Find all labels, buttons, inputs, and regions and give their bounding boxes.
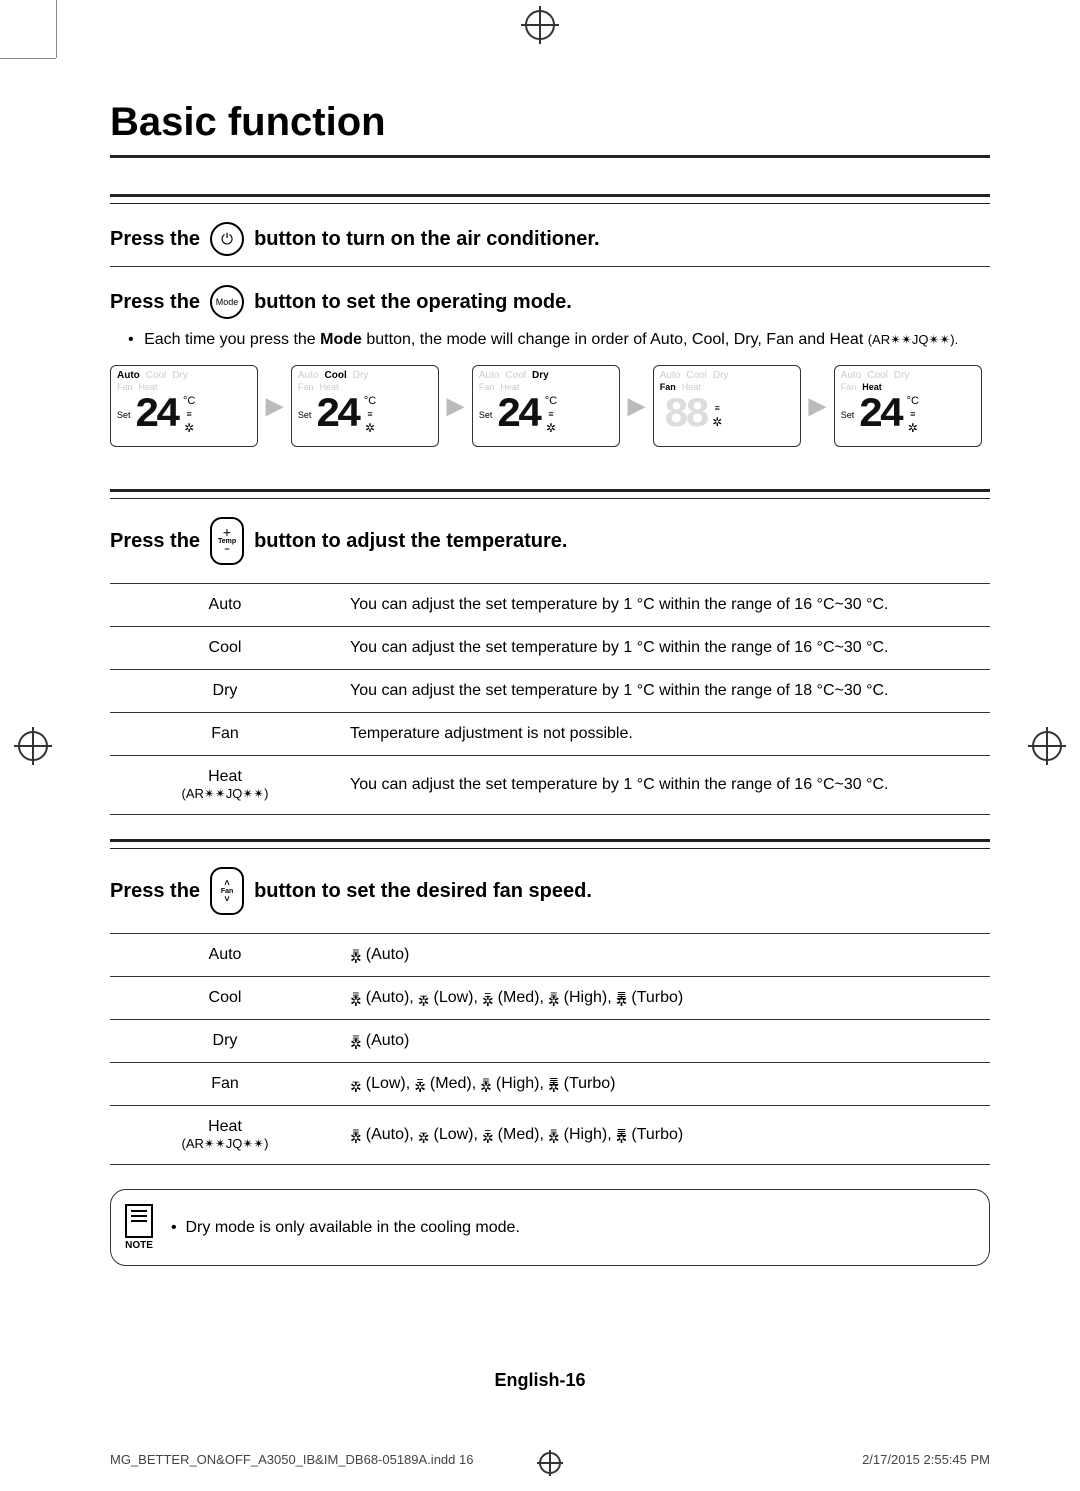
arrow-icon: ▶: [809, 393, 826, 419]
table-row: Auto≡✲ (Auto): [110, 934, 990, 977]
section-rule: [110, 489, 990, 499]
fan-speed-icon: ≡✲: [548, 992, 560, 1005]
fan-speed-icon: =✲: [482, 1129, 494, 1142]
step4-prefix: Press the: [110, 880, 200, 903]
print-footer: MG_BETTER_ON&OFF_A3050_IB&IM_DB68-05189A…: [110, 1452, 990, 1467]
step2-note: • Each time you press the Mode button, t…: [110, 329, 990, 359]
step4-line: Press the ˄ Fan ˅ button to set the desi…: [110, 849, 990, 925]
table-row: AutoYou can adjust the set temperature b…: [110, 584, 990, 627]
fan-speed-icon: ≡✲: [350, 992, 362, 1005]
table-row: Fan‒✲ (Low), =✲ (Med), ≡✲ (High), ≣✲ (Tu…: [110, 1063, 990, 1106]
step1-suffix: button to turn on the air conditioner.: [254, 228, 600, 251]
step2-note-suffix: button, the mode will change in order of…: [362, 331, 868, 348]
fan-speed-icon: ≡✲: [350, 1035, 362, 1048]
fan-speed-icon: ≡✲: [350, 1129, 362, 1142]
step2-prefix: Press the: [110, 291, 200, 314]
table-row: Cool≡✲ (Auto), ‒✲ (Low), =✲ (Med), ≡✲ (H…: [110, 977, 990, 1020]
fan-button-icon: ˄ Fan ˅: [210, 867, 244, 915]
section-rule: [110, 839, 990, 849]
fan-speed-icon: =✲: [414, 1078, 426, 1091]
fan-speed-icon: ≡✲: [350, 949, 362, 962]
title-rule: [110, 155, 990, 158]
step3-line: Press the ＋ Temp − button to adjust the …: [110, 499, 990, 575]
step2-suffix: button to set the operating mode.: [254, 291, 572, 314]
fan-speed-icon: ‒✲: [418, 992, 430, 1005]
power-icon: ⏻: [210, 222, 244, 256]
remote-display-cool: AutoCoolDryFanHeatSet24°C≡✲: [291, 365, 439, 447]
fan-speed-icon: =✲: [482, 992, 494, 1005]
print-footer-left: MG_BETTER_ON&OFF_A3050_IB&IM_DB68-05189A…: [110, 1452, 473, 1467]
step2-line: Press the Mode button to set the operati…: [110, 267, 990, 329]
fan-speed-icon: ≡✲: [480, 1078, 492, 1091]
registration-mark-bottom: [539, 1452, 561, 1474]
fan-speed-icon: ‒✲: [350, 1078, 362, 1091]
step2-note-model: (AR✴✴JQ✴✴).: [868, 332, 959, 347]
fan-speed-icon: ≣✲: [548, 1078, 560, 1091]
note-text: • Dry mode is only available in the cool…: [171, 1219, 520, 1237]
fan-speed-table: Auto≡✲ (Auto)Cool≡✲ (Auto), ‒✲ (Low), =✲…: [110, 933, 990, 1165]
step2-note-prefix: Each time you press the: [144, 331, 320, 348]
fan-speed-icon: ‒✲: [418, 1129, 430, 1142]
fan-speed-icon: ≣✲: [616, 1129, 628, 1142]
table-row: DryYou can adjust the set temperature by…: [110, 670, 990, 713]
step4-suffix: button to set the desired fan speed.: [254, 880, 592, 903]
arrow-icon: ▶: [266, 393, 283, 419]
temp-button-icon: ＋ Temp −: [210, 517, 244, 565]
table-row: Heat(AR✴✴JQ✴✴)You can adjust the set tem…: [110, 756, 990, 815]
print-footer-right: 2/17/2015 2:55:45 PM: [862, 1452, 990, 1467]
step1-line: Press the ⏻ button to turn on the air co…: [110, 204, 990, 266]
page-footer: English-16: [0, 1370, 1080, 1391]
table-row: CoolYou can adjust the set temperature b…: [110, 627, 990, 670]
arrow-icon: ▶: [628, 393, 645, 419]
mode-sequence: AutoCoolDryFanHeatSet24°C≡✲ ▶ AutoCoolDryF…: [110, 365, 990, 447]
step1-prefix: Press the: [110, 228, 200, 251]
remote-display-dry: AutoCoolDryFanHeatSet24°C≡✲: [472, 365, 620, 447]
remote-display-auto: AutoCoolDryFanHeatSet24°C≡✲: [110, 365, 258, 447]
fan-speed-icon: ≡✲: [548, 1129, 560, 1142]
remote-display-heat: AutoCoolDryFanHeatSet24°C≡✲: [834, 365, 982, 447]
step3-suffix: button to adjust the temperature.: [254, 530, 567, 553]
page-title: Basic function: [110, 100, 990, 145]
arrow-icon: ▶: [447, 393, 464, 419]
note-box: NOTE • Dry mode is only available in the…: [110, 1189, 990, 1266]
mode-icon: Mode: [210, 285, 244, 319]
temperature-table: AutoYou can adjust the set temperature b…: [110, 583, 990, 815]
table-row: FanTemperature adjustment is not possibl…: [110, 713, 990, 756]
step3-prefix: Press the: [110, 530, 200, 553]
remote-display-fan: AutoCoolDryFanHeat88≡✲: [653, 365, 801, 447]
section-rule: [110, 194, 990, 204]
step2-note-bold: Mode: [320, 331, 362, 348]
table-row: Dry≡✲ (Auto): [110, 1020, 990, 1063]
note-icon: NOTE: [125, 1204, 153, 1251]
table-row: Heat(AR✴✴JQ✴✴)≡✲ (Auto), ‒✲ (Low), =✲ (M…: [110, 1106, 990, 1165]
fan-speed-icon: ≣✲: [616, 992, 628, 1005]
